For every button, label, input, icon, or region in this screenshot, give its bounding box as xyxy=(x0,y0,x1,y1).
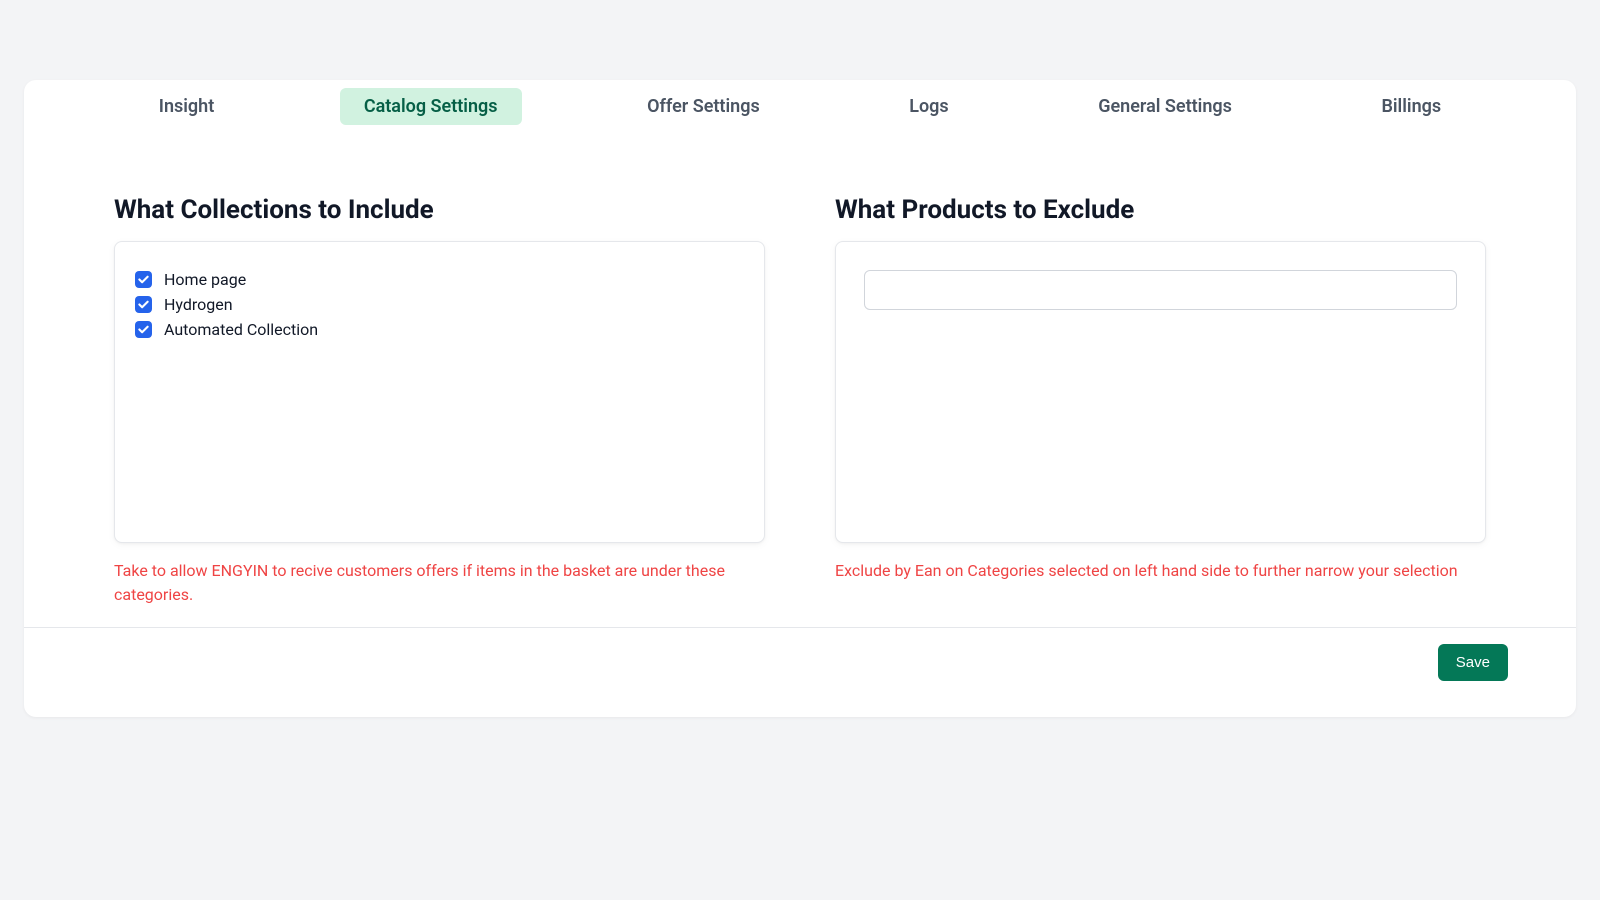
main-card: Insight Catalog Settings Offer Settings … xyxy=(24,80,1576,717)
collections-help-text: Take to allow ENGYIN to recive customers… xyxy=(114,559,765,607)
save-button[interactable]: Save xyxy=(1438,644,1508,681)
footer-actions: Save xyxy=(24,644,1576,709)
tab-billings[interactable]: Billings xyxy=(1357,88,1465,125)
checkbox-row-hydrogen: Hydrogen xyxy=(135,295,744,314)
checkbox-home-page[interactable] xyxy=(135,271,152,288)
checkmark-icon xyxy=(138,274,149,285)
products-help-text: Exclude by Ean on Categories selected on… xyxy=(835,559,1486,583)
collections-include-title: What Collections to Include xyxy=(114,195,765,225)
checkmark-icon xyxy=(138,324,149,335)
tab-logs[interactable]: Logs xyxy=(885,88,972,125)
checkbox-label-hydrogen[interactable]: Hydrogen xyxy=(164,295,233,314)
exclude-ean-input[interactable] xyxy=(864,270,1457,310)
products-panel xyxy=(835,241,1486,543)
checkbox-hydrogen[interactable] xyxy=(135,296,152,313)
tab-offer-settings[interactable]: Offer Settings xyxy=(623,88,784,125)
tab-general-settings[interactable]: General Settings xyxy=(1074,88,1256,125)
products-exclude-column: What Products to Exclude Exclude by Ean … xyxy=(835,195,1486,607)
products-exclude-title: What Products to Exclude xyxy=(835,195,1486,225)
checkbox-label-automated[interactable]: Automated Collection xyxy=(164,320,318,339)
content-area: What Collections to Include Home page xyxy=(24,125,1576,628)
tab-insight[interactable]: Insight xyxy=(135,88,239,125)
collections-include-column: What Collections to Include Home page xyxy=(114,195,765,607)
checkmark-icon xyxy=(138,299,149,310)
checkbox-label-home-page[interactable]: Home page xyxy=(164,270,246,289)
collections-panel: Home page Hydrogen Automated xyxy=(114,241,765,543)
checkbox-automated-collection[interactable] xyxy=(135,321,152,338)
checkbox-list: Home page Hydrogen Automated xyxy=(135,270,744,339)
tab-catalog-settings[interactable]: Catalog Settings xyxy=(340,88,522,125)
checkbox-row-home-page: Home page xyxy=(135,270,744,289)
tab-bar: Insight Catalog Settings Offer Settings … xyxy=(24,80,1576,125)
checkbox-row-automated: Automated Collection xyxy=(135,320,744,339)
